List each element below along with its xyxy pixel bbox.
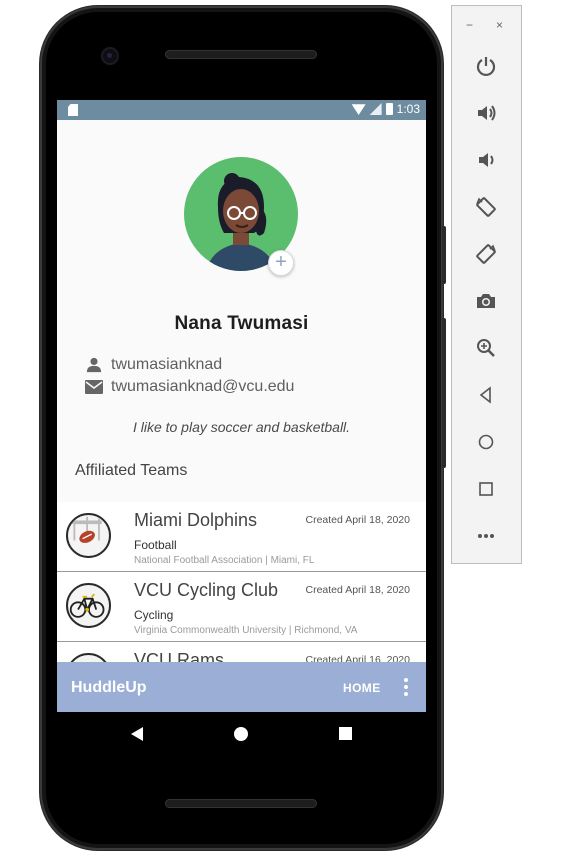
wifi-icon bbox=[351, 104, 366, 115]
team-name: VCU Cycling Club bbox=[134, 580, 279, 600]
volume-side-button bbox=[442, 318, 446, 468]
nav-back-button[interactable] bbox=[131, 727, 143, 741]
bottom-app-bar: HuddleUp HOME bbox=[57, 662, 426, 712]
rotate-left-icon[interactable] bbox=[473, 194, 499, 220]
signal-icon bbox=[369, 103, 382, 115]
zoom-icon[interactable] bbox=[473, 335, 499, 361]
username-row: twumasianknad bbox=[85, 356, 222, 374]
email-icon bbox=[85, 378, 103, 396]
profile-email: twumasianknad@vcu.edu bbox=[111, 378, 295, 395]
volume-up-icon[interactable] bbox=[473, 100, 499, 126]
profile-name: Nana Twumasi bbox=[174, 313, 309, 334]
more-vert-icon[interactable] bbox=[401, 678, 411, 696]
rotate-right-icon[interactable] bbox=[473, 241, 499, 267]
team-created-date: Created April 18, 2020 bbox=[305, 514, 411, 526]
more-icon[interactable] bbox=[473, 523, 499, 549]
football-icon bbox=[66, 513, 111, 558]
top-speaker bbox=[165, 50, 317, 59]
profile-username: twumasianknad bbox=[111, 356, 223, 373]
team-card[interactable]: VCU Cycling Club Created April 18, 2020 … bbox=[57, 572, 426, 642]
power-side-button bbox=[442, 226, 446, 284]
front-camera bbox=[103, 49, 117, 63]
person-icon bbox=[85, 356, 103, 374]
email-row: twumasianknad@vcu.edu bbox=[85, 378, 294, 396]
home-button[interactable]: HOME bbox=[343, 681, 381, 695]
close-button[interactable]: × bbox=[496, 18, 503, 32]
battery-icon bbox=[385, 103, 393, 115]
sd-card-icon bbox=[68, 104, 78, 116]
status-time: 1:03 bbox=[396, 102, 420, 116]
app-screen: 1:03 + Nana Twumasi twumasianknad twumas… bbox=[57, 100, 426, 712]
team-card[interactable]: Miami Dolphins Created April 18, 2020 Fo… bbox=[57, 502, 426, 572]
team-sport: Cycling bbox=[134, 608, 174, 622]
camera-icon[interactable] bbox=[473, 288, 499, 314]
add-photo-button[interactable]: + bbox=[268, 250, 294, 276]
status-bar: 1:03 bbox=[57, 100, 426, 120]
team-name: Miami Dolphins bbox=[134, 510, 258, 530]
home-icon[interactable] bbox=[473, 429, 499, 455]
team-organization: Virginia Commonwealth University | Richm… bbox=[134, 625, 358, 636]
system-nav-bar bbox=[57, 712, 426, 756]
overview-icon[interactable] bbox=[473, 476, 499, 502]
app-title: HuddleUp bbox=[71, 679, 147, 696]
team-created-date: Created April 18, 2020 bbox=[305, 584, 411, 596]
team-sport: Football bbox=[134, 538, 177, 552]
nav-home-button[interactable] bbox=[234, 727, 248, 741]
bottom-speaker bbox=[165, 799, 317, 808]
volume-down-icon[interactable] bbox=[473, 147, 499, 173]
minimize-button[interactable]: − bbox=[466, 18, 473, 32]
bicycle-icon bbox=[66, 583, 111, 628]
power-icon[interactable] bbox=[473, 53, 499, 79]
emulator-toolbar: − × bbox=[451, 5, 522, 564]
back-icon[interactable] bbox=[473, 382, 499, 408]
team-organization: National Football Association | Miami, F… bbox=[134, 555, 315, 566]
profile-bio: I like to play soccer and basketball. bbox=[132, 419, 351, 435]
nav-recents-button[interactable] bbox=[339, 727, 352, 740]
affiliated-teams-heading: Affiliated Teams bbox=[75, 462, 188, 479]
